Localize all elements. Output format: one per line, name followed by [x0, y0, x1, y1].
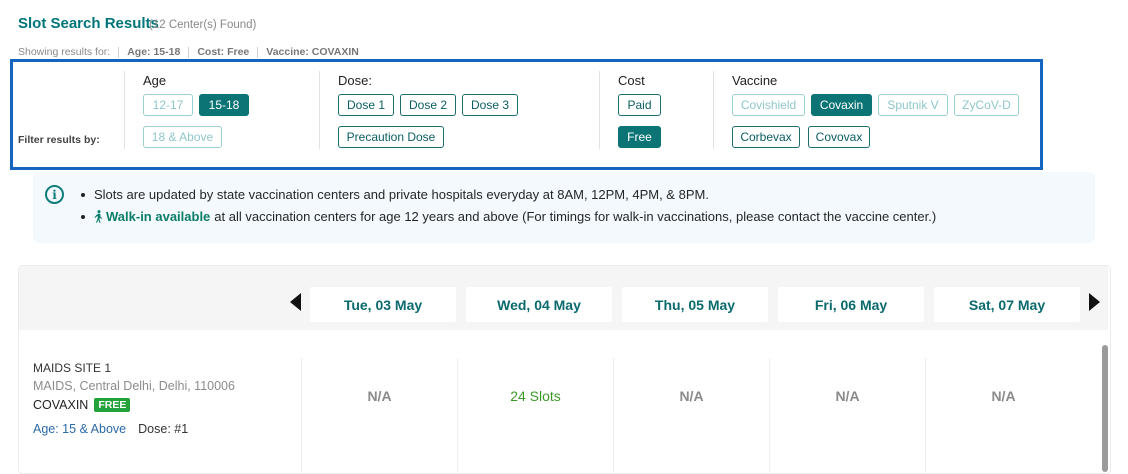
date-tab[interactable]: Thu, 05 May: [622, 287, 768, 322]
dose-chip-precaution[interactable]: Precaution Dose: [338, 126, 444, 148]
vaccine-chip-covovax[interactable]: Covovax: [808, 126, 870, 148]
center-name: MAIDS SITE 1: [33, 361, 112, 375]
date-tab[interactable]: Tue, 03 May: [310, 287, 456, 322]
cost-filter-label: Cost: [618, 73, 645, 88]
age-chip-18-above[interactable]: 18 & Above: [143, 126, 222, 148]
center-age-dose: Age: 15 & Above Dose: #1: [33, 422, 188, 436]
filter-by-label: Filter results by:: [18, 134, 100, 146]
divider: [769, 358, 770, 472]
date-tab[interactable]: Wed, 04 May: [466, 287, 612, 322]
date-tab[interactable]: Sat, 07 May: [934, 287, 1080, 322]
slot-cell: N/A: [835, 388, 860, 404]
results-count: (12 Center(s) Found): [149, 19, 257, 31]
vaccine-chip-covishield[interactable]: Covishield: [732, 94, 805, 116]
info-bullet-1: Slots are updated by state vaccination c…: [81, 187, 709, 202]
info-line-2: at all vaccination centers for age 12 ye…: [214, 209, 937, 224]
divider: [319, 71, 320, 149]
divider: [925, 358, 926, 472]
slot-cell: N/A: [679, 388, 704, 404]
info-line-1: Slots are updated by state vaccination c…: [94, 187, 709, 202]
info-bullet-2: Walk-in available at all vaccination cen…: [81, 209, 936, 224]
center-address: MAIDS, Central Delhi, Delhi, 110006: [33, 379, 235, 393]
vertical-scrollbar[interactable]: [1102, 345, 1108, 472]
center-age: Age: 15 & Above: [33, 422, 127, 436]
walking-person-icon: [94, 210, 103, 223]
info-icon: i: [45, 185, 64, 204]
free-badge: FREE: [94, 398, 131, 412]
walk-in-label: Walk-in available: [106, 209, 211, 224]
divider: [124, 71, 125, 149]
cost-chip-free[interactable]: Free: [618, 126, 661, 148]
vaccine-filter-label: Vaccine: [732, 73, 778, 88]
age-chip-12-17[interactable]: 12-17: [143, 94, 193, 116]
cost-chip-paid[interactable]: Paid: [618, 94, 661, 116]
showing-vaccine: Vaccine: COVAXIN: [266, 46, 359, 58]
page-title: Slot Search Results: [18, 15, 159, 32]
divider: [301, 358, 302, 472]
next-dates-arrow-icon[interactable]: [1089, 293, 1100, 311]
age-chip-15-18[interactable]: 15-18: [199, 94, 249, 116]
divider: [257, 46, 259, 58]
vaccine-chip-covaxin[interactable]: Covaxin: [811, 94, 872, 116]
divider: [457, 358, 458, 472]
bullet-dot: [81, 214, 85, 219]
info-banner: [33, 172, 1095, 243]
showing-results-bar: Showing results for: Age: 15-18 Cost: Fr…: [18, 46, 359, 58]
showing-cost: Cost: Free: [197, 46, 250, 58]
divider: [713, 71, 714, 149]
divider: [613, 358, 614, 472]
dose-chip-3[interactable]: Dose 3: [462, 94, 518, 116]
center-vaccine: COVAXIN FREE: [33, 398, 131, 412]
center-dose: Dose: #1: [138, 422, 189, 436]
vaccine-chip-corbevax[interactable]: Corbevax: [732, 126, 800, 148]
showing-age: Age: 15-18: [127, 46, 181, 58]
dose-chip-2[interactable]: Dose 2: [400, 94, 456, 116]
date-tab[interactable]: Fri, 06 May: [778, 287, 924, 322]
vaccine-chip-zycov-d[interactable]: ZyCoV-D: [954, 94, 1019, 116]
walk-in-link[interactable]: Walk-in available: [94, 209, 210, 224]
dose-filter-label: Dose:: [338, 73, 372, 88]
showing-label: Showing results for:: [18, 46, 111, 58]
divider: [188, 46, 190, 58]
slot-cell: N/A: [991, 388, 1016, 404]
bullet-dot: [81, 192, 85, 197]
divider: [599, 71, 600, 149]
prev-dates-arrow-icon[interactable]: [290, 293, 301, 311]
divider: [118, 46, 120, 58]
dose-chip-1[interactable]: Dose 1: [338, 94, 394, 116]
age-filter-label: Age: [143, 73, 167, 88]
slot-cell-available[interactable]: 24 Slots: [458, 388, 613, 404]
vaccine-chip-sputnik-v[interactable]: Sputnik V: [878, 94, 948, 116]
slot-cell: N/A: [367, 388, 392, 404]
vaccine-name: COVAXIN: [33, 398, 89, 412]
